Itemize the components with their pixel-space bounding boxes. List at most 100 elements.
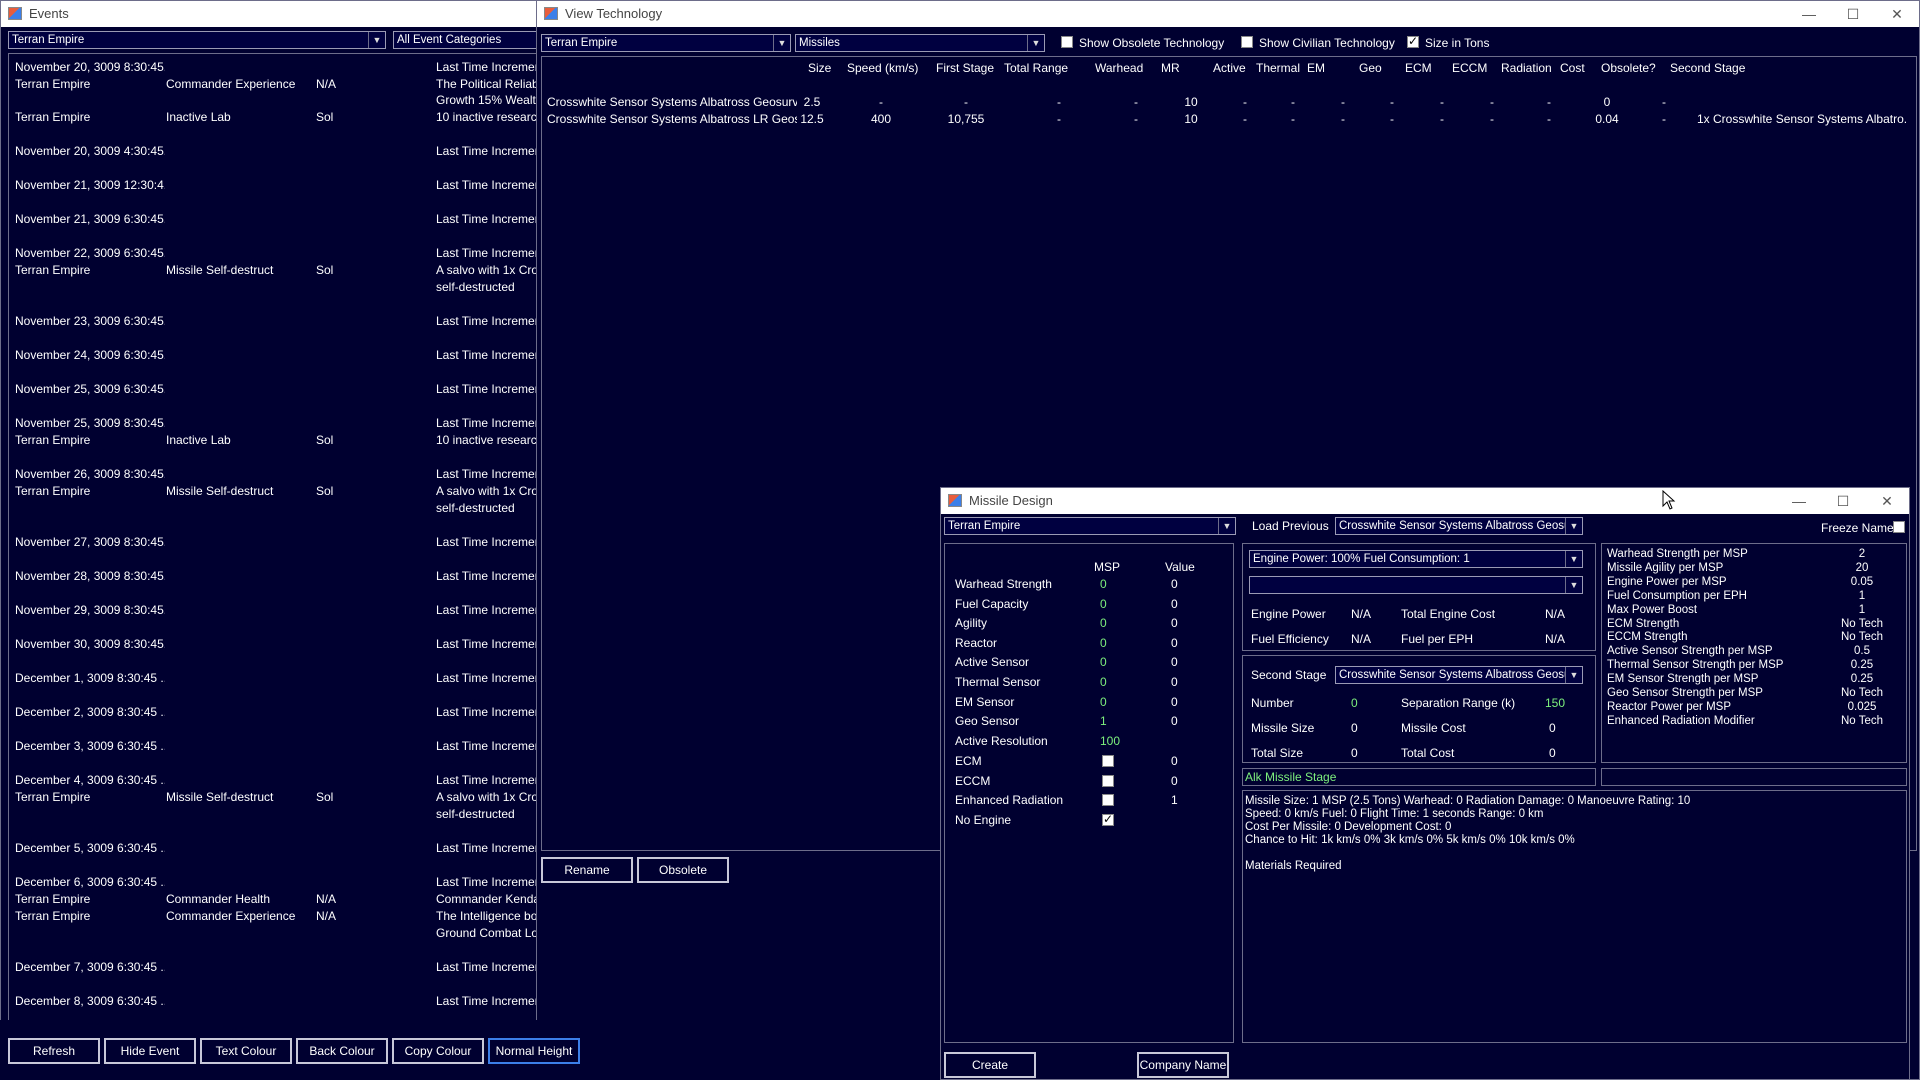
tech-column-header[interactable]: MR <box>1161 61 1180 75</box>
event-row[interactable]: November 28, 3009 8:30:45... Last Time In… <box>9 569 539 585</box>
tech-column-header[interactable]: Second Stage <box>1670 61 1745 75</box>
tech-row[interactable]: Crosswhite Sensor Systems Albatross LR G… <box>542 112 1918 128</box>
hide-event-button[interactable]: Hide Event <box>104 1038 196 1064</box>
component-checkbox[interactable] <box>1102 755 1114 767</box>
tech-column-header[interactable]: First Stage <box>936 61 994 75</box>
copy-colour-button[interactable]: Copy Colour <box>392 1038 484 1064</box>
refresh-button[interactable]: Refresh <box>8 1038 100 1064</box>
component-msp[interactable]: 0 <box>1100 597 1130 611</box>
summary-panel[interactable]: Missile Size: 1 MSP (2.5 Tons) Warhead: … <box>1242 790 1907 1043</box>
events-list[interactable]: November 20, 3009 8:30:45... Last Time In… <box>8 53 539 1021</box>
component-msp[interactable]: 100 <box>1100 734 1130 748</box>
tech-column-header[interactable]: Geo <box>1359 61 1382 75</box>
component-msp[interactable]: 1 <box>1100 714 1130 728</box>
component-msp[interactable]: 0 <box>1100 655 1130 669</box>
back-colour-button[interactable]: Back Colour <box>296 1038 388 1064</box>
tech-column-header[interactable]: Warhead <box>1095 61 1143 75</box>
normal-height-button[interactable]: Normal Height <box>488 1038 580 1064</box>
minimize-icon[interactable]: — <box>1787 1 1831 27</box>
event-row[interactable]: November 21, 3009 6:30:45... Last Time In… <box>9 212 539 228</box>
close-icon[interactable]: ✕ <box>1865 488 1909 514</box>
rename-button[interactable]: Rename <box>541 857 633 883</box>
events-titlebar[interactable]: Events <box>1 1 539 27</box>
event-row[interactable]: December 2, 3009 8:30:45 ... Last Time In… <box>9 705 539 721</box>
event-row[interactable]: November 23, 3009 6:30:45... Last Time In… <box>9 314 539 330</box>
tech-column-header[interactable]: Obsolete? <box>1601 61 1656 75</box>
event-row[interactable]: November 26, 3009 8:30:45... Last Time In… <box>9 467 539 483</box>
event-row[interactable]: November 29, 3009 8:30:45... Last Time In… <box>9 603 539 619</box>
component-checkbox[interactable] <box>1102 774 1114 787</box>
close-icon[interactable]: ✕ <box>1875 1 1919 27</box>
event-row[interactable]: December 7, 3009 6:30:45 ... Last Time In… <box>9 960 539 976</box>
event-row[interactable]: November 25, 3009 8:30:45... Last Time In… <box>9 416 539 432</box>
event-row[interactable]: November 20, 3009 8:30:45... Last Time In… <box>9 60 539 76</box>
event-row[interactable]: Terran Empire Missile Self-destruct Sol A s… <box>9 263 539 279</box>
freeze-name-checkbox[interactable] <box>1893 521 1905 533</box>
event-row[interactable]: December 5, 3009 6:30:45 ... Last Time In… <box>9 841 539 857</box>
event-row[interactable]: December 4, 3009 6:30:45 ... Last Time In… <box>9 773 539 789</box>
component-msp[interactable]: 0 <box>1100 636 1130 650</box>
tech-category-select[interactable]: Missiles ▼ <box>795 34 1045 52</box>
event-row[interactable]: Terran Empire Missile Self-destruct Sol A s… <box>9 790 539 806</box>
show-obsolete-checkbox[interactable] <box>1061 36 1073 48</box>
event-row[interactable]: self-destructed <box>9 280 539 296</box>
component-msp[interactable]: 0 <box>1100 616 1130 630</box>
events-empire-select[interactable]: Terran Empire ▼ <box>8 31 386 49</box>
event-row[interactable]: Terran Empire Commander Experience N/A The … <box>9 909 539 925</box>
tech-column-header[interactable]: Radiation <box>1501 61 1552 75</box>
event-row[interactable]: November 27, 3009 8:30:45... Last Time In… <box>9 535 539 551</box>
tech-empire-select[interactable]: Terran Empire ▼ <box>541 34 791 52</box>
tech-column-header[interactable]: Total Range <box>1004 61 1068 75</box>
event-row[interactable]: Terran Empire Inactive Lab Sol 10 inactive … <box>9 433 539 449</box>
missile-titlebar[interactable]: Missile Design — ☐ ✕ <box>941 488 1909 514</box>
event-row[interactable]: Terran Empire Commander Experience N/A The … <box>9 77 539 93</box>
maximize-icon[interactable]: ☐ <box>1821 488 1865 514</box>
tech-row[interactable]: Crosswhite Sensor Systems Albatross Geos… <box>542 95 1918 111</box>
obsolete-button[interactable]: Obsolete <box>637 857 729 883</box>
component-checkbox[interactable] <box>1102 794 1114 807</box>
tech-titlebar[interactable]: View Technology — ☐ ✕ <box>537 1 1919 27</box>
stage-name-input[interactable]: Alk Missile Stage <box>1242 768 1596 786</box>
tech-column-header[interactable]: ECM <box>1405 61 1432 75</box>
tech-column-header[interactable]: Speed (km/s) <box>847 61 918 75</box>
event-row[interactable]: Terran Empire Missile Self-destruct Sol A s… <box>9 484 539 500</box>
tech-column-header[interactable]: Active <box>1213 61 1246 75</box>
event-row[interactable]: Ground Combat Logistics 15% Intelligence… <box>9 926 539 942</box>
second-stage-select[interactable]: Crosswhite Sensor Systems Albatross Geos… <box>1335 666 1583 684</box>
component-msp[interactable]: 0 <box>1100 675 1130 689</box>
company-name-button[interactable]: Company Name <box>1137 1052 1229 1078</box>
tech-column-header[interactable]: ECCM <box>1452 61 1487 75</box>
load-previous-select[interactable]: Crosswhite Sensor Systems Albatross Geos… <box>1335 517 1583 535</box>
component-checkbox[interactable] <box>1102 812 1114 826</box>
event-row[interactable]: November 21, 3009 12:30:4... Last Time In… <box>9 178 539 194</box>
event-row[interactable]: December 6, 3009 6:30:45 ... Last Time In… <box>9 875 539 891</box>
event-row[interactable]: December 1, 3009 8:30:45 ... Last Time In… <box>9 671 539 687</box>
tech-column-header[interactable]: Thermal <box>1256 61 1300 75</box>
maximize-icon[interactable]: ☐ <box>1831 1 1875 27</box>
event-row[interactable]: December 8, 3009 6:30:45 ... Last Time In… <box>9 994 539 1010</box>
component-msp[interactable]: 0 <box>1100 577 1130 591</box>
event-row[interactable]: self-destructed <box>9 501 539 517</box>
tech-column-header[interactable]: EM <box>1307 61 1325 75</box>
minimize-icon[interactable]: — <box>1777 488 1821 514</box>
event-row[interactable]: November 30, 3009 8:30:45... Last Time In… <box>9 637 539 653</box>
event-row[interactable]: November 22, 3009 6:30:45... Last Time In… <box>9 246 539 262</box>
event-row[interactable]: Growth 15% Wealth <box>9 93 539 109</box>
size-in-tons-checkbox[interactable] <box>1407 34 1419 48</box>
create-button[interactable]: Create <box>944 1052 1036 1078</box>
engine-select-secondary[interactable]: ▼ <box>1249 576 1583 594</box>
tech-column-header[interactable]: Cost <box>1560 61 1585 75</box>
text-colour-button[interactable]: Text Colour <box>200 1038 292 1064</box>
separation-range-value[interactable]: 150 <box>1545 696 1565 710</box>
component-msp[interactable]: 0 <box>1100 695 1130 709</box>
event-row[interactable]: November 24, 3009 6:30:45... Last Time In… <box>9 348 539 364</box>
event-row[interactable]: November 20, 3009 4:30:45... Last Time In… <box>9 144 539 160</box>
event-row[interactable]: self-destructed <box>9 807 539 823</box>
show-civilian-checkbox[interactable] <box>1241 36 1253 48</box>
event-row[interactable]: Terran Empire Inactive Lab Sol 10 inactive … <box>9 110 539 126</box>
number-value[interactable]: 0 <box>1351 696 1358 710</box>
engine-select[interactable]: Engine Power: 100% Fuel Consumption: 1 ▼ <box>1249 550 1583 568</box>
tech-column-header[interactable]: Size <box>808 61 831 75</box>
event-row[interactable]: November 25, 3009 6:30:45... Last Time In… <box>9 382 539 398</box>
events-category-select[interactable]: All Event Categories <box>393 31 539 49</box>
